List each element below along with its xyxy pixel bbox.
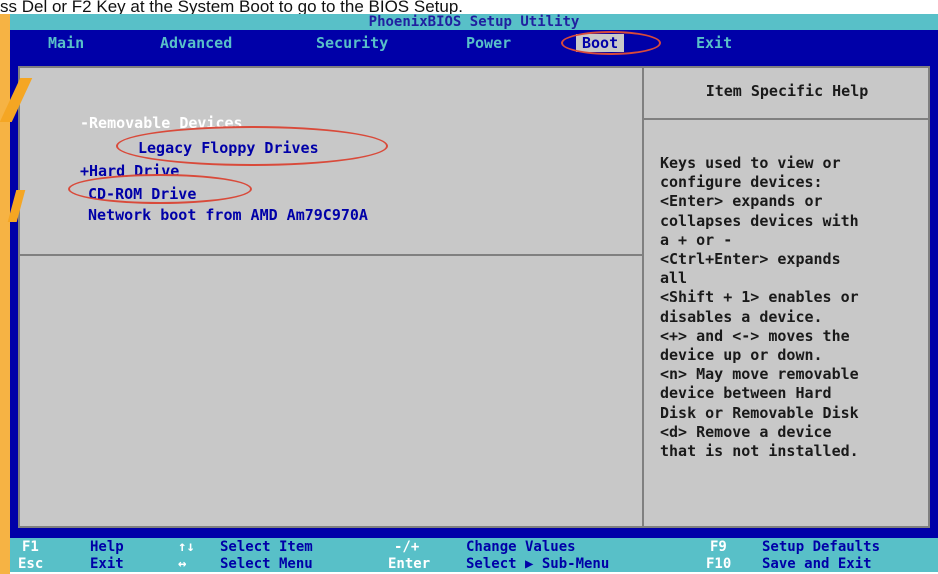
caption-text: ss Del or F2 Key at the System Boot to g… bbox=[0, 0, 464, 14]
footer-key-esc: Esc bbox=[18, 556, 44, 572]
help-line: collapses devices with bbox=[660, 211, 859, 230]
removable-devices-header[interactable]: -Removable Devices bbox=[80, 114, 243, 132]
help-line: <d> Remove a device bbox=[660, 422, 832, 441]
bios-title: PhoenixBIOS Setup Utility bbox=[10, 14, 938, 30]
cd-rom-drive-item[interactable]: CD-ROM Drive bbox=[88, 185, 196, 203]
footer-bar: F1 Help ↑↓ Select Item -/+ Change Values… bbox=[10, 538, 938, 572]
menu-security[interactable]: Security bbox=[316, 34, 388, 52]
help-title: Item Specific Help bbox=[705, 82, 869, 100]
footer-key-f9: F9 bbox=[710, 539, 727, 555]
panel-divider-help bbox=[644, 118, 930, 120]
menu-advanced[interactable]: Advanced bbox=[160, 34, 232, 52]
help-line: device up or down. bbox=[660, 346, 823, 365]
footer-desc-help: Help bbox=[90, 539, 124, 555]
legacy-floppy-drives-item[interactable]: Legacy Floppy Drives bbox=[138, 139, 319, 157]
footer-desc-select-submenu: Select ▶ Sub-Menu bbox=[466, 556, 610, 572]
help-line: Keys used to view or bbox=[660, 154, 841, 172]
help-text: Keys used to view or configure devices: … bbox=[660, 154, 928, 461]
help-line: <n> May move removable bbox=[660, 365, 859, 384]
help-line: that is not installed. bbox=[660, 442, 859, 461]
footer-desc-change-values: Change Values bbox=[466, 539, 576, 555]
footer-desc-select-item: Select Item bbox=[220, 539, 313, 555]
help-line: <Shift + 1> enables or bbox=[660, 288, 859, 307]
help-line: disables a device. bbox=[660, 307, 823, 326]
footer-key-updown: ↑↓ bbox=[178, 539, 195, 555]
panel-divider-left bbox=[20, 254, 642, 256]
footer-key-minus-plus: -/+ bbox=[394, 539, 420, 555]
menu-boot[interactable]: Boot bbox=[576, 34, 625, 52]
footer-key-f1: F1 bbox=[22, 539, 39, 555]
help-line: a + or - bbox=[660, 230, 733, 249]
footer-key-leftright: ↔ bbox=[178, 556, 187, 572]
help-line: device between Hard bbox=[660, 384, 832, 403]
menu-power[interactable]: Power bbox=[466, 34, 511, 52]
footer-desc-save-exit: Save and Exit bbox=[762, 556, 872, 572]
help-line: Disk or Removable Disk bbox=[660, 403, 859, 422]
menu-main[interactable]: Main bbox=[48, 34, 84, 52]
network-boot-item[interactable]: Network boot from AMD Am79C970A bbox=[88, 206, 368, 224]
footer-desc-select-menu: Select Menu bbox=[220, 556, 313, 572]
help-line: <+> and <-> moves the bbox=[660, 326, 850, 345]
help-line: <Enter> expands or bbox=[660, 192, 823, 211]
help-line: configure devices: bbox=[660, 173, 823, 192]
panel-divider-vertical bbox=[642, 68, 644, 526]
boot-panel: -Removable Devices Legacy Floppy Drives … bbox=[18, 66, 930, 528]
menu-bar: Main Advanced Security Power Boot Exit bbox=[10, 30, 938, 56]
menu-exit[interactable]: Exit bbox=[696, 34, 732, 52]
footer-key-enter: Enter bbox=[388, 556, 431, 572]
footer-desc-exit: Exit bbox=[90, 556, 124, 572]
hard-drive-item[interactable]: +Hard Drive bbox=[80, 162, 179, 180]
footer-key-f10: F10 bbox=[706, 556, 732, 572]
watermark-bar bbox=[0, 14, 10, 574]
help-line: <Ctrl+Enter> expands bbox=[660, 250, 841, 269]
footer-desc-setup-defaults: Setup Defaults bbox=[762, 539, 881, 555]
bios-screen: PhoenixBIOS Setup Utility Main Advanced … bbox=[10, 14, 938, 572]
help-line: all bbox=[660, 269, 688, 288]
